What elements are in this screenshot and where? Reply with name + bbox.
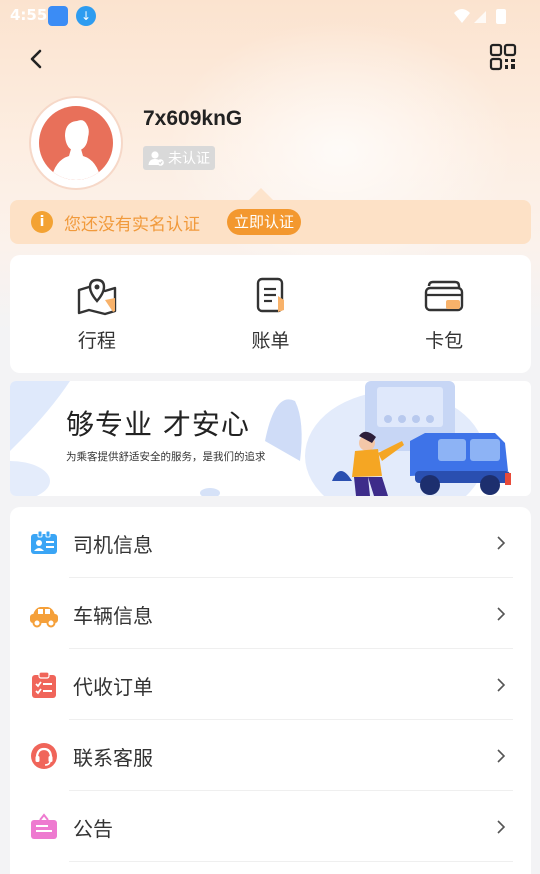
app-notification-icon xyxy=(48,6,68,26)
quick-item-bills[interactable]: 账单 xyxy=(210,255,330,373)
menu-item-vehicle-info[interactable]: 车辆信息 xyxy=(10,578,531,649)
headset-icon xyxy=(31,743,57,769)
notice-pointer xyxy=(249,188,273,200)
chevron-right-icon xyxy=(497,536,506,550)
briefcase-icon xyxy=(31,813,57,839)
car-icon xyxy=(30,607,58,628)
driver-card-icon xyxy=(31,530,57,554)
wallet-icon xyxy=(424,280,464,312)
menu-item-label: 公告 xyxy=(73,817,113,841)
username: 7x609knG xyxy=(143,107,243,130)
info-icon: i xyxy=(31,211,53,233)
menu-item-announcement[interactable]: 公告 xyxy=(10,791,531,862)
promo-banner[interactable]: 够专业 才安心 为乘客提供舒适安全的服务，是我们的追求 xyxy=(10,381,531,496)
status-time: 4:55 xyxy=(10,6,48,24)
banner-title: 够专业 才安心 xyxy=(66,408,250,441)
quick-item-label: 账单 xyxy=(251,330,290,352)
avatar[interactable] xyxy=(31,98,121,188)
user-verify-icon xyxy=(148,151,164,166)
avatar-image xyxy=(39,106,113,180)
chevron-left-icon[interactable] xyxy=(22,44,52,74)
menu-item-customer-service[interactable]: 联系客服 xyxy=(10,720,531,791)
quick-item-label: 卡包 xyxy=(425,330,464,352)
notice-text: 您还没有实名认证 xyxy=(64,215,200,235)
divider xyxy=(69,861,513,862)
clipboard-icon xyxy=(32,671,56,698)
menu-item-collected-orders[interactable]: 代收订单 xyxy=(10,649,531,720)
banner-subtitle: 为乘客提供舒适安全的服务，是我们的追求 xyxy=(66,451,266,463)
quick-actions-card: 行程 账单 卡包 xyxy=(10,255,531,373)
verify-status-label: 未认证 xyxy=(168,151,210,167)
menu-item-label: 车辆信息 xyxy=(73,604,153,628)
chevron-right-icon xyxy=(497,749,506,763)
menu-item-label: 司机信息 xyxy=(73,533,153,557)
menu-item-driver-info[interactable]: 司机信息 xyxy=(10,507,531,578)
menu-list: 司机信息 车辆信息 代收订单 联系客服 公告 xyxy=(10,507,531,874)
verification-notice: i 您还没有实名认证 立即认证 xyxy=(10,200,531,244)
qr-code-icon[interactable] xyxy=(488,42,518,72)
quick-item-trips[interactable]: 行程 xyxy=(37,255,157,373)
menu-item-label: 代收订单 xyxy=(73,675,153,699)
bill-icon xyxy=(257,277,285,313)
status-bar: 4:55 ↓ xyxy=(0,0,540,32)
quick-item-wallet[interactable]: 卡包 xyxy=(384,255,504,373)
verify-now-button[interactable]: 立即认证 xyxy=(227,209,302,235)
user-silhouette-icon xyxy=(51,120,101,180)
download-icon: ↓ xyxy=(76,6,96,26)
chevron-right-icon xyxy=(497,678,506,692)
quick-item-label: 行程 xyxy=(77,330,116,352)
verify-status-badge[interactable]: 未认证 xyxy=(143,146,215,170)
menu-item-label: 联系客服 xyxy=(73,746,153,770)
signal-battery-icon xyxy=(454,9,506,24)
chevron-right-icon xyxy=(497,607,506,621)
chevron-right-icon xyxy=(497,820,506,834)
map-pin-icon xyxy=(77,278,117,316)
